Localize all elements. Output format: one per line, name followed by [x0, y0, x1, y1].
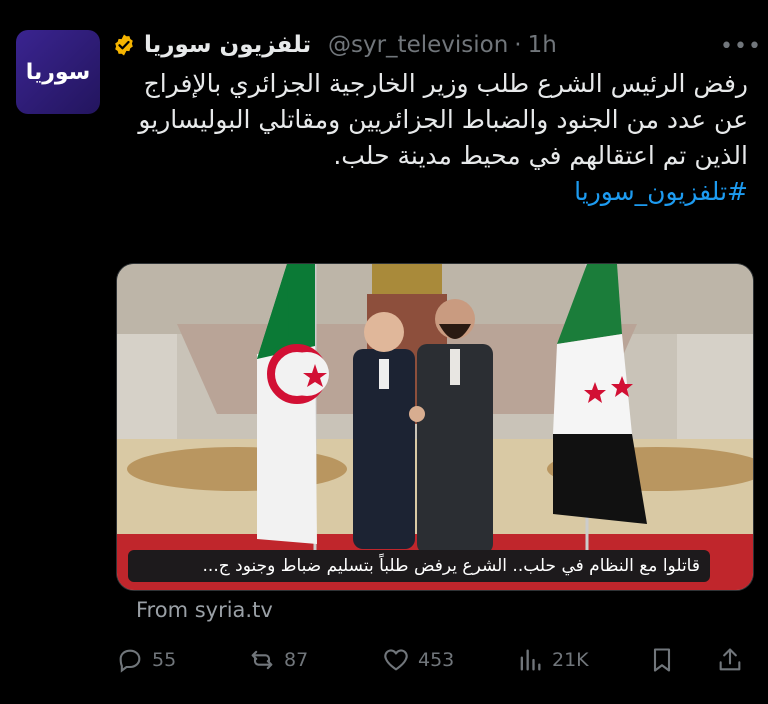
like-button[interactable]: 453: [382, 640, 454, 680]
like-count: 453: [418, 649, 455, 671]
tweet-body: رفض الرئيس الشرع طلب وزير الخارجية الجزا…: [108, 66, 748, 210]
reply-icon: [119, 649, 141, 673]
views-button[interactable]: 21K: [516, 640, 589, 680]
repost-icon: [251, 650, 273, 670]
action-bar: 55 87 453 21K: [116, 640, 752, 680]
handle[interactable]: @syr_television: [328, 32, 508, 58]
hashtag-link[interactable]: #تلفزيون_سوريا: [574, 177, 748, 206]
tweet-meta: @syr_television · 1h: [328, 30, 557, 60]
avatar[interactable]: سوريا: [16, 30, 100, 114]
display-name[interactable]: تلفزيون سوريا: [144, 32, 311, 58]
views-icon: [520, 649, 541, 671]
bookmark-icon: [653, 648, 671, 672]
share-button[interactable]: [716, 640, 744, 680]
views-count: 21K: [552, 649, 589, 671]
reply-count: 55: [152, 649, 177, 671]
share-icon: [719, 648, 741, 671]
like-icon: [384, 649, 408, 671]
tweet-media-photo[interactable]: [116, 263, 754, 591]
reply-button[interactable]: 55: [116, 640, 176, 680]
source-link[interactable]: From syria.tv: [136, 598, 273, 622]
bookmark-button[interactable]: [648, 640, 676, 680]
repost-button[interactable]: 87: [248, 640, 308, 680]
meta-separator: ·: [514, 32, 522, 58]
media-caption: قاتلوا مع النظام في حلب.. الشرع يرفض طلب…: [128, 550, 710, 582]
verified-badge-icon: [115, 34, 133, 56]
photo-illustration: [117, 264, 753, 590]
avatar-logo: سوريا: [25, 59, 92, 85]
more-icon[interactable]: •••: [720, 34, 762, 59]
timestamp[interactable]: 1h: [528, 32, 557, 58]
repost-count: 87: [284, 649, 309, 671]
tweet-text: رفض الرئيس الشرع طلب وزير الخارجية الجزا…: [138, 69, 748, 170]
